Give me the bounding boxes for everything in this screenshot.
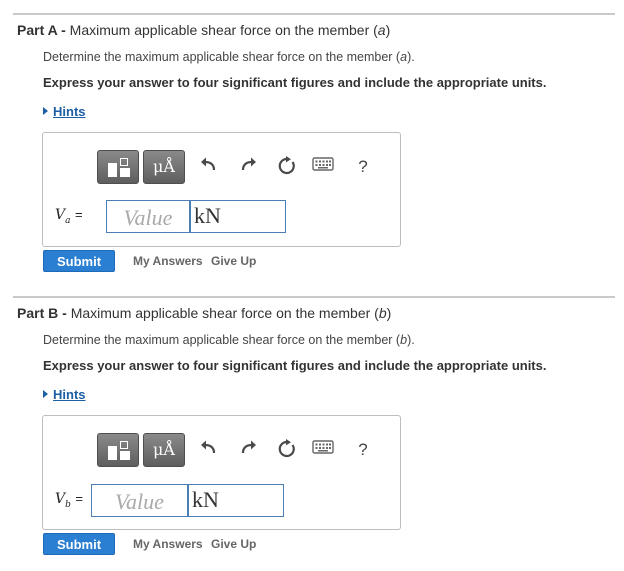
part-a-instruction: Express your answer to four significant … [43, 75, 547, 90]
undo-icon [201, 440, 216, 454]
keyboard-icon [312, 157, 334, 171]
prompt-text: Determine the maximum applicable shear f… [43, 50, 401, 64]
units-icon: μÅ [153, 440, 175, 459]
part-a-hints-link[interactable]: Hints [43, 104, 86, 119]
templates-button[interactable] [97, 150, 139, 184]
keyboard-button[interactable] [312, 156, 334, 178]
variable-subscript: a [65, 215, 71, 226]
equals-sign: = [75, 491, 83, 506]
part-b-submit-button[interactable]: Submit [43, 533, 115, 555]
part-b-hints-link[interactable]: Hints [43, 387, 86, 402]
units-button[interactable]: μÅ [143, 433, 185, 467]
part-b-answer-box: μÅ ? Vb = kN [42, 415, 401, 530]
part-b-title: Part B - Maximum applicable shear force … [17, 305, 391, 321]
reset-icon [278, 439, 295, 458]
variable-subscript: b [65, 499, 71, 510]
reset-icon [278, 156, 295, 175]
part-a-divider [13, 13, 615, 15]
units-icon: μÅ [153, 157, 175, 176]
prompt-close: ). [407, 50, 415, 64]
part-title-close: ) [386, 305, 392, 321]
part-b-instruction: Express your answer to four significant … [43, 358, 547, 373]
prompt-text: Determine the maximum applicable shear f… [43, 333, 401, 347]
undo-button[interactable] [198, 156, 220, 178]
part-title-var: a [377, 22, 386, 38]
part-title-var: b [378, 305, 387, 321]
prompt-close: ). [407, 333, 415, 347]
part-title-text: Maximum applicable shear force on the me… [70, 305, 379, 321]
triangle-right-icon [43, 107, 48, 115]
title-separator: - [58, 305, 71, 321]
math-toolbar: μÅ [97, 150, 185, 184]
math-toolbar: μÅ [97, 433, 185, 467]
value-input[interactable] [106, 200, 190, 233]
part-b-give-up-button[interactable]: Give Up [211, 537, 256, 551]
part-title-close: ) [385, 22, 391, 38]
redo-icon [241, 157, 256, 171]
part-b-divider [13, 296, 615, 298]
redo-button[interactable] [237, 439, 259, 461]
part-b-my-answers-button[interactable]: My Answers [133, 537, 203, 551]
keyboard-icon [312, 440, 334, 454]
part-a-submit-button[interactable]: Submit [43, 250, 115, 272]
part-a-prompt: Determine the maximum applicable shear f… [43, 50, 415, 64]
reset-button[interactable] [276, 156, 298, 178]
undo-button[interactable] [198, 439, 220, 461]
part-title-text: Maximum applicable shear force on the me… [69, 22, 378, 38]
help-icon: ? [358, 157, 368, 176]
reset-button[interactable] [276, 439, 298, 461]
variable-symbol: V [55, 491, 66, 507]
value-input[interactable] [91, 484, 188, 517]
help-button[interactable]: ? [352, 439, 374, 461]
keyboard-button[interactable] [312, 439, 334, 461]
hints-label: Hints [53, 104, 86, 119]
templates-button[interactable] [97, 433, 139, 467]
redo-button[interactable] [237, 156, 259, 178]
part-b-prompt: Determine the maximum applicable shear f… [43, 333, 415, 347]
title-separator: - [57, 22, 70, 38]
part-a-answer-box: μÅ ? Va = kN [42, 132, 401, 247]
units-button[interactable]: μÅ [143, 150, 185, 184]
help-icon: ? [358, 440, 368, 459]
part-a-give-up-button[interactable]: Give Up [211, 254, 256, 268]
part-label: Part A [17, 22, 58, 38]
variable-symbol: V [55, 207, 66, 223]
redo-icon [241, 440, 256, 454]
equals-sign: = [74, 207, 83, 222]
part-a-my-answers-button[interactable]: My Answers [133, 254, 203, 268]
units-input[interactable]: kN [190, 200, 286, 233]
hints-label: Hints [53, 387, 86, 402]
undo-icon [201, 157, 216, 171]
triangle-right-icon [43, 390, 48, 398]
variable-label: Vb = [55, 491, 83, 510]
units-input[interactable]: kN [188, 484, 284, 517]
variable-label: Va = [55, 207, 83, 226]
part-a-title: Part A - Maximum applicable shear force … [17, 22, 390, 38]
help-button[interactable]: ? [352, 156, 374, 178]
part-label: Part B [17, 305, 59, 321]
